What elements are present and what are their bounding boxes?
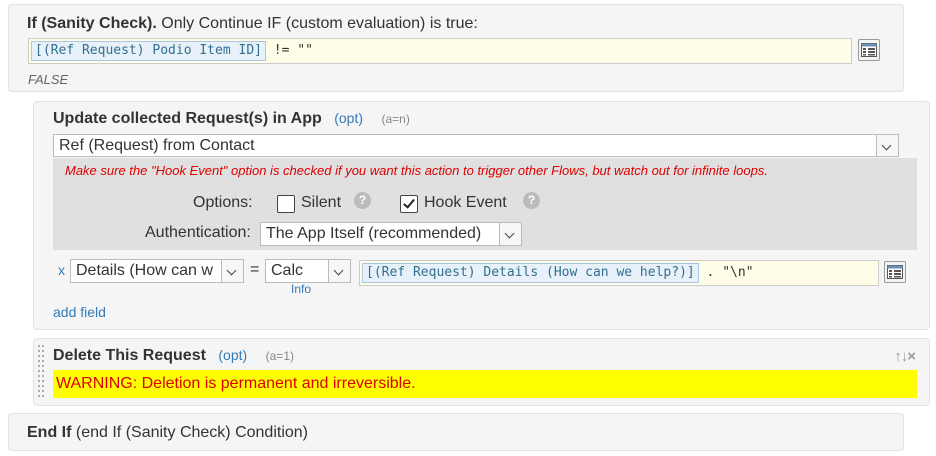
- end-if-title: End If (end If (Sanity Check) Condition): [27, 424, 308, 442]
- delete-action-heading: Delete This Request: [53, 347, 206, 364]
- chevron-down-icon[interactable]: [499, 223, 521, 245]
- chevron-down-icon[interactable]: [221, 260, 243, 282]
- field-value-expression-input[interactable]: [(Ref Request) Details (How can we help?…: [359, 260, 879, 286]
- hook-event-warning: Make sure the "Hook Event" option is che…: [65, 163, 768, 178]
- if-description: Only Continue IF (custom evaluation) is …: [161, 15, 478, 32]
- remove-field-button[interactable]: x: [58, 262, 65, 278]
- checkmark-icon: [403, 196, 415, 209]
- update-an-label: (a=n): [381, 112, 410, 126]
- target-reference-select[interactable]: Ref (Request) from Contact: [53, 134, 899, 157]
- condition-result: FALSE: [28, 72, 69, 87]
- action-controls: ↑↓×: [894, 348, 916, 365]
- delete-action-title: Delete This Request (opt) (a=1): [53, 347, 294, 365]
- equals-sign: =: [250, 261, 260, 278]
- condition-token[interactable]: [(Ref Request) Podio Item ID]: [31, 41, 266, 61]
- end-if-keyword: End If: [27, 424, 72, 441]
- field-value-token[interactable]: [(Ref Request) Details (How can we help?…: [362, 263, 699, 283]
- hook-event-label: Hook Event: [424, 194, 507, 211]
- field-name-select[interactable]: Details (How can w: [70, 259, 244, 283]
- silent-checkbox[interactable]: [277, 195, 295, 213]
- update-opt-link[interactable]: (opt): [334, 110, 363, 126]
- chevron-down-icon[interactable]: [876, 135, 898, 156]
- options-panel: Make sure the "Hook Event" option is che…: [53, 158, 917, 250]
- delete-an-label: (a=1): [265, 349, 294, 363]
- delete-action-block: Delete This Request (opt) (a=1) ↑↓× WARN…: [33, 338, 930, 406]
- field-value-rest: . "\n": [698, 265, 754, 280]
- expression-editor-icon[interactable]: [858, 39, 880, 61]
- end-if-block: End If (end If (Sanity Check) Condition): [8, 413, 904, 451]
- hook-event-checkbox[interactable]: [400, 195, 418, 213]
- if-condition-title: If (Sanity Check). Only Continue IF (cus…: [27, 15, 478, 33]
- if-condition-block: If (Sanity Check). Only Continue IF (cus…: [8, 4, 904, 92]
- target-reference-value: Ref (Request) from Contact: [59, 137, 255, 154]
- chevron-down-icon[interactable]: [328, 260, 350, 282]
- help-icon[interactable]: ?: [354, 192, 371, 209]
- drag-handle-icon[interactable]: [38, 345, 46, 401]
- update-action-heading: Update collected Request(s) in App: [53, 110, 322, 127]
- field-mode-select[interactable]: Calc: [265, 259, 351, 283]
- field-name-value: Details (How can w: [76, 262, 213, 279]
- deletion-warning: WARNING: Deletion is permanent and irrev…: [53, 370, 917, 398]
- authentication-label: Authentication:: [145, 224, 251, 241]
- help-icon[interactable]: ?: [523, 192, 540, 209]
- expression-editor-icon[interactable]: [884, 261, 906, 283]
- update-action-block: Update collected Request(s) in App (opt)…: [33, 101, 930, 330]
- condition-expression-input[interactable]: [(Ref Request) Podio Item ID] != "": [28, 38, 852, 64]
- move-controls-icons[interactable]: ↑↓×: [894, 348, 916, 365]
- authentication-select[interactable]: The App Itself (recommended): [260, 222, 522, 246]
- update-action-title: Update collected Request(s) in App (opt)…: [53, 110, 410, 128]
- options-label: Options:: [193, 194, 253, 211]
- end-if-description: (end If (Sanity Check) Condition): [75, 424, 308, 441]
- field-mode-value: Calc: [271, 262, 304, 279]
- info-link[interactable]: Info: [291, 282, 311, 296]
- silent-label: Silent: [301, 194, 342, 211]
- add-field-link[interactable]: add field: [53, 304, 106, 320]
- authentication-value: The App Itself (recommended): [266, 225, 482, 242]
- condition-operator: != "": [265, 43, 313, 58]
- delete-opt-link[interactable]: (opt): [218, 347, 247, 363]
- if-keyword: If (Sanity Check).: [27, 15, 157, 32]
